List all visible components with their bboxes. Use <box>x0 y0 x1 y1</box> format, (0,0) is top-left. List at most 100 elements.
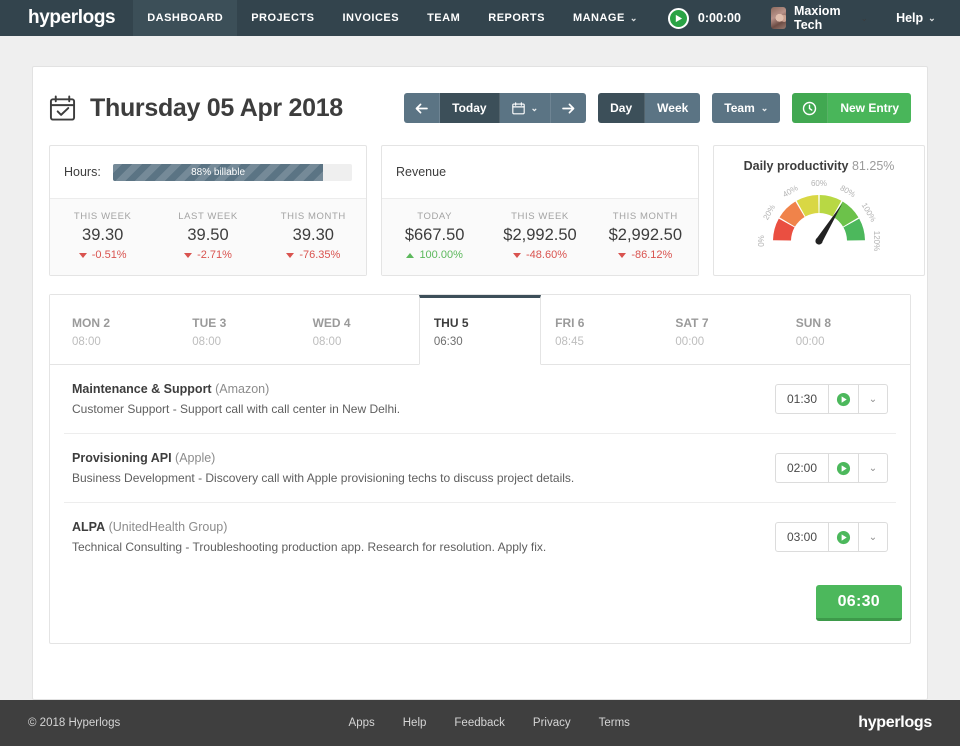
entry-details: ALPA (UnitedHealth Group) Technical Consu… <box>72 520 759 554</box>
chevron-down-icon: ⌄ <box>928 12 936 23</box>
day-tab-label: THU 5 <box>433 316 469 330</box>
entry-actions: 02:00 ⌄ <box>774 453 888 483</box>
entry-start-timer-button[interactable] <box>829 385 859 413</box>
footer-link-terms[interactable]: Terms <box>599 717 630 729</box>
entry-start-timer-button[interactable] <box>829 523 859 551</box>
entry-duration-group: 02:00 ⌄ <box>774 453 888 483</box>
day-tab-thu-5[interactable]: THU 5 06:30 <box>418 295 542 365</box>
team-dropdown-button[interactable]: Team ⌄ <box>712 93 781 123</box>
today-button[interactable]: Today <box>440 93 500 123</box>
day-tab-total: 08:00 <box>312 336 342 348</box>
entry-list: Maintenance & Support (Amazon) Customer S… <box>50 365 910 571</box>
stat-value: $2,992.50 <box>608 226 683 244</box>
nav-item-reports[interactable]: REPORTS <box>474 0 559 36</box>
stat-delta-value: -0.51% <box>91 249 127 261</box>
gauge-tick-label: 60% <box>811 179 827 188</box>
chevron-down-icon: ⌄ <box>868 393 878 405</box>
hours-label: Hours: <box>64 165 101 179</box>
billable-progress-bar: 88% billable <box>112 163 352 181</box>
app-logo[interactable]: hyperlogs <box>0 0 133 36</box>
entry-options-button[interactable]: ⌄ <box>859 454 887 482</box>
day-tab-tue-3[interactable]: TUE 3 08:00 <box>178 295 298 365</box>
entry-details: Maintenance & Support (Amazon) Customer S… <box>72 382 759 416</box>
entry-start-timer-button[interactable] <box>829 454 859 482</box>
stat-delta-value: -48.60% <box>526 249 567 261</box>
play-icon[interactable] <box>667 7 689 29</box>
nav-item-label: TEAM <box>427 12 461 24</box>
hours-stats-row: THIS WEEK 39.30 -0.51% LAST WEEK 39.50 -2.71%… <box>50 198 366 275</box>
arrow-down-icon <box>618 252 627 258</box>
day-tab-total: 08:45 <box>555 336 584 348</box>
productivity-gauge-wrap: Daily productivity 81.25% 0% 20% 40% 60% 80%… <box>714 146 924 263</box>
day-tab-sun-8[interactable]: SUN 8 00:00 <box>782 295 902 365</box>
nav-item-projects[interactable]: PROJECTS <box>237 0 328 36</box>
top-navigation-bar: hyperlogs DASHBOARD PROJECTS INVOICES TEAM R… <box>0 0 960 36</box>
gauge-tick-label: 40% <box>781 183 799 199</box>
entry-options-button[interactable]: ⌄ <box>859 385 887 413</box>
arrow-down-icon <box>286 252 295 258</box>
entry-details: Provisioning API (Apple) Business Develop… <box>72 451 759 485</box>
stat-value: $2,992.50 <box>503 226 577 244</box>
entry-project-name[interactable]: ALPA <box>72 520 105 534</box>
nav-item-manage[interactable]: MANAGE ⌄ <box>559 0 652 36</box>
stat-delta: -2.71% <box>155 249 260 261</box>
day-tab-total: 06:30 <box>433 336 463 348</box>
next-day-button[interactable] <box>551 93 587 123</box>
nav-item-invoices[interactable]: INVOICES <box>329 0 414 36</box>
day-tab-fri-6[interactable]: FRI 6 08:45 <box>541 295 661 365</box>
revenue-card: Revenue TODAY $667.50 100.00% THIS WEEK $2,9… <box>381 145 699 276</box>
entry-client-name: (UnitedHealth Group) <box>108 520 228 534</box>
new-entry-button[interactable]: New Entry <box>828 93 911 123</box>
stat-item: THIS WEEK $2,992.50 -48.60% <box>487 211 592 261</box>
top-bar-right-tools: 0:00:00 Maxiom Tech ⌄ Help ⌄ <box>652 0 960 36</box>
footer-link-feedback[interactable]: Feedback <box>454 717 505 729</box>
day-tab-total: 08:00 <box>72 336 101 348</box>
header-actions: Today ⌄ Day Week Team ⌄ New Entry <box>404 93 911 123</box>
day-tab-mon-2[interactable]: MON 2 08:00 <box>58 295 178 365</box>
user-menu[interactable]: Maxiom Tech ⌄ <box>757 4 882 32</box>
global-timer[interactable]: 0:00:00 <box>652 7 757 29</box>
day-tab-sat-7[interactable]: SAT 7 00:00 <box>661 295 781 365</box>
stat-item: THIS WEEK 39.30 -0.51% <box>50 211 155 261</box>
entry-options-button[interactable]: ⌄ <box>859 523 887 551</box>
day-tab-wed-4[interactable]: WED 4 08:00 <box>299 295 419 365</box>
date-navigation-group: Today ⌄ <box>404 93 587 123</box>
entry-project-name[interactable]: Provisioning API <box>72 451 172 465</box>
week-view-button[interactable]: Week <box>645 93 701 123</box>
chevron-down-icon: ⌄ <box>868 531 878 543</box>
stat-label: THIS MONTH <box>612 211 678 222</box>
entry-project-name[interactable]: Maintenance & Support <box>72 382 212 396</box>
new-entry-timer-button[interactable] <box>792 93 829 123</box>
help-menu[interactable]: Help ⌄ <box>882 11 950 25</box>
footer-link-apps[interactable]: Apps <box>349 717 375 729</box>
entry-description: Customer Support - Support call with cal… <box>72 402 401 416</box>
stat-label: LAST WEEK <box>178 211 238 222</box>
arrow-down-icon <box>513 252 521 258</box>
day-tab-total: 00:00 <box>795 336 825 348</box>
date-picker-button[interactable]: ⌄ <box>499 93 552 123</box>
stat-delta: -86.12% <box>593 249 698 261</box>
footer-link-help[interactable]: Help <box>403 717 427 729</box>
entry-actions: 01:30 ⌄ <box>774 384 888 414</box>
footer-link-privacy[interactable]: Privacy <box>533 717 571 729</box>
entry-duration-value[interactable]: 03:00 <box>776 523 829 551</box>
nav-item-team[interactable]: TEAM <box>413 0 474 36</box>
help-label: Help <box>896 11 924 25</box>
arrow-up-icon <box>406 252 415 258</box>
day-view-button[interactable]: Day <box>598 93 646 123</box>
entry-duration-value[interactable]: 02:00 <box>776 454 829 482</box>
stat-item: THIS MONTH 39.30 -76.35% <box>261 211 366 261</box>
nav-item-dashboard[interactable]: DASHBOARD <box>133 0 238 36</box>
stat-value: 39.30 <box>82 226 124 244</box>
footer-logo: hyperlogs <box>858 714 932 731</box>
arrow-down-icon <box>78 252 87 258</box>
stat-delta: -48.60% <box>487 249 592 261</box>
previous-day-button[interactable] <box>404 93 441 123</box>
entry-duration-value[interactable]: 01:30 <box>776 385 829 413</box>
notifications-button[interactable] <box>950 9 960 27</box>
day-tab-label: WED 4 <box>312 316 351 330</box>
summary-cards: Hours: 88% billable THIS WEEK 39.30 -0.51%… <box>49 145 925 276</box>
stat-delta-value: 100.00% <box>419 249 463 261</box>
billable-progress-label: 88% billable <box>191 166 246 178</box>
calendar-icon <box>49 94 76 122</box>
